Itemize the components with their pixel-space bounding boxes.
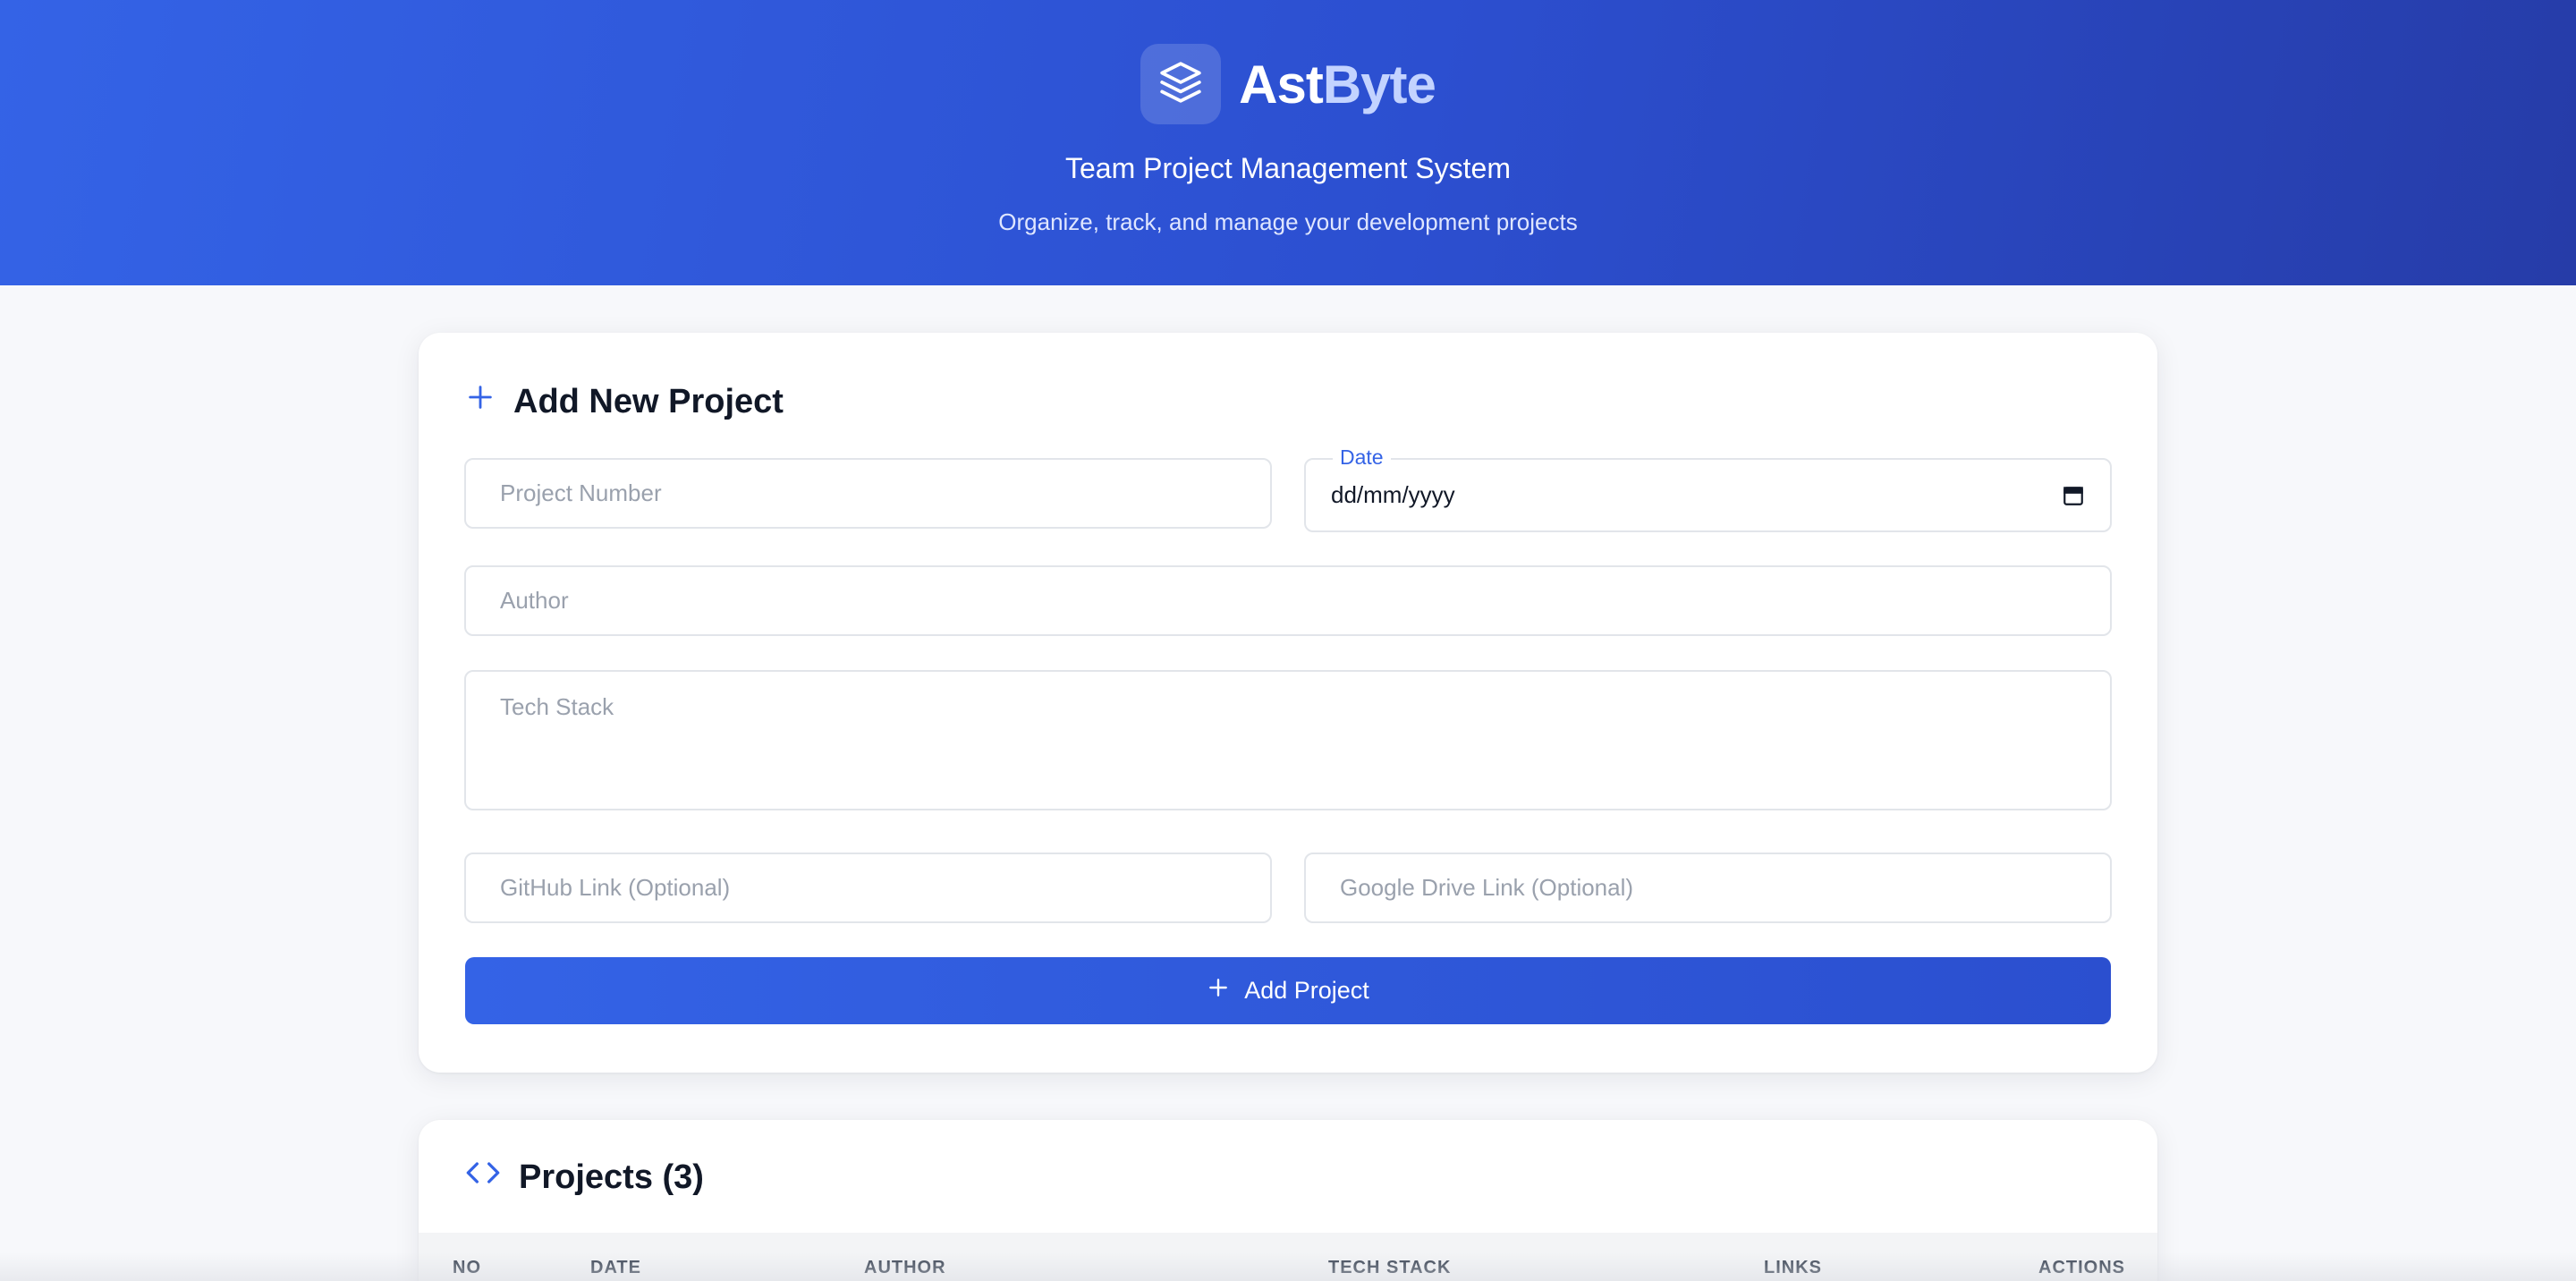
drive-link-field[interactable] — [1304, 853, 2112, 923]
project-number-field[interactable] — [464, 458, 1272, 529]
app-header: AstByte Team Project Management System O… — [0, 0, 2576, 285]
code-icon — [465, 1158, 501, 1197]
plus-icon — [1207, 976, 1230, 1005]
logo — [1140, 44, 1222, 124]
add-project-button[interactable]: Add Project — [465, 957, 2111, 1024]
column-header-tech-stack: TECH STACK — [1328, 1258, 1452, 1277]
add-project-title: Add New Project — [513, 382, 784, 420]
project-number-input[interactable] — [466, 460, 1270, 527]
add-project-button-label: Add Project — [1244, 977, 1369, 1004]
brand-name-part2: Byte — [1322, 54, 1436, 115]
column-header-links: LINKS — [1764, 1258, 1822, 1277]
date-field[interactable]: Date dd/mm/yyyy — [1304, 445, 2112, 532]
projects-card: Projects (3) NO DATE AUTHOR TECH STACK L… — [419, 1120, 2157, 1281]
add-project-card: Add New Project Date dd/mm/yyyy Add Pro — [419, 333, 2157, 1073]
column-header-author: AUTHOR — [864, 1258, 946, 1277]
subtagline: Organize, track, and manage your develop… — [998, 208, 1578, 235]
author-input[interactable] — [466, 567, 2110, 634]
column-header-actions: ACTIONS — [2038, 1258, 2125, 1277]
projects-table-header — [419, 1233, 2157, 1281]
brand-name: AstByte — [1239, 54, 1436, 115]
column-header-date: DATE — [590, 1258, 641, 1277]
plus-icon — [465, 382, 496, 421]
projects-title: Projects (3) — [519, 1158, 704, 1196]
tech-stack-textarea[interactable] — [466, 672, 2110, 809]
github-link-field[interactable] — [464, 853, 1272, 923]
tech-stack-field[interactable] — [464, 670, 2112, 810]
date-input-value[interactable]: dd/mm/yyyy — [1331, 460, 1455, 530]
layers-icon — [1158, 60, 1203, 109]
column-header-no: NO — [453, 1258, 481, 1277]
github-link-input[interactable] — [466, 854, 1270, 921]
author-field[interactable] — [464, 565, 2112, 636]
add-project-heading: Add New Project — [465, 375, 784, 428]
drive-link-input[interactable] — [1306, 854, 2110, 921]
calendar-icon[interactable] — [2062, 484, 2085, 512]
projects-heading: Projects (3) — [465, 1150, 704, 1204]
tagline: Team Project Management System — [1065, 152, 1511, 184]
brand: AstByte — [0, 44, 2576, 124]
brand-name-part1: Ast — [1239, 54, 1324, 115]
